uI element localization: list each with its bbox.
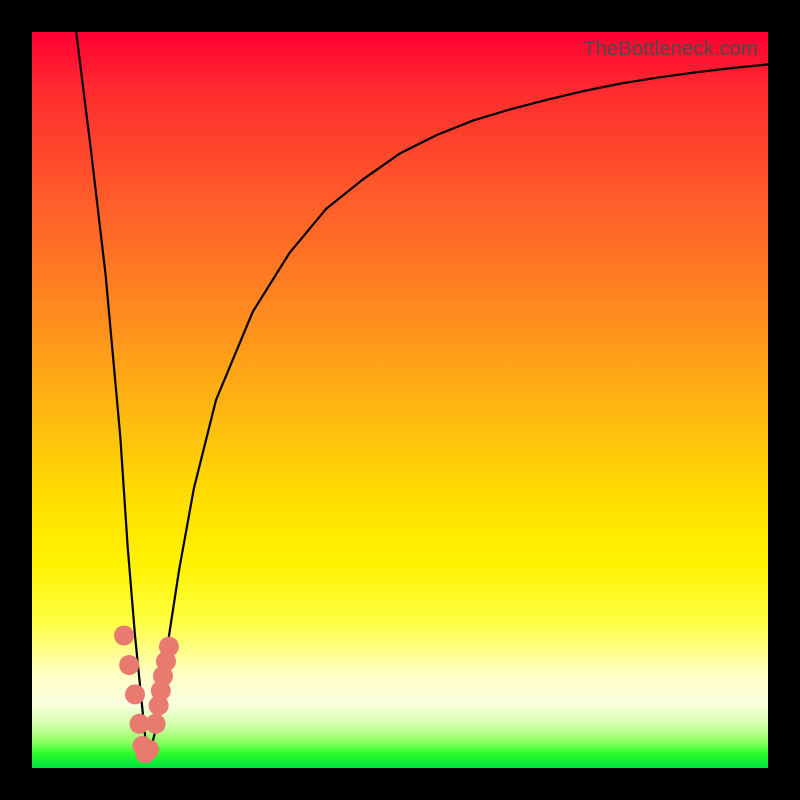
chart-svg <box>32 32 768 768</box>
marker-dot <box>125 684 145 704</box>
watermark-text: TheBottleneck.com <box>583 38 758 61</box>
marker-range <box>114 626 179 764</box>
marker-dot <box>114 626 134 646</box>
marker-dot <box>119 655 139 675</box>
marker-dot <box>159 637 179 657</box>
chart-frame: TheBottleneck.com <box>0 0 800 800</box>
plot-area: TheBottleneck.com <box>32 32 768 768</box>
marker-dot <box>139 740 159 760</box>
bottleneck-curve <box>76 32 768 753</box>
marker-dot <box>146 714 166 734</box>
